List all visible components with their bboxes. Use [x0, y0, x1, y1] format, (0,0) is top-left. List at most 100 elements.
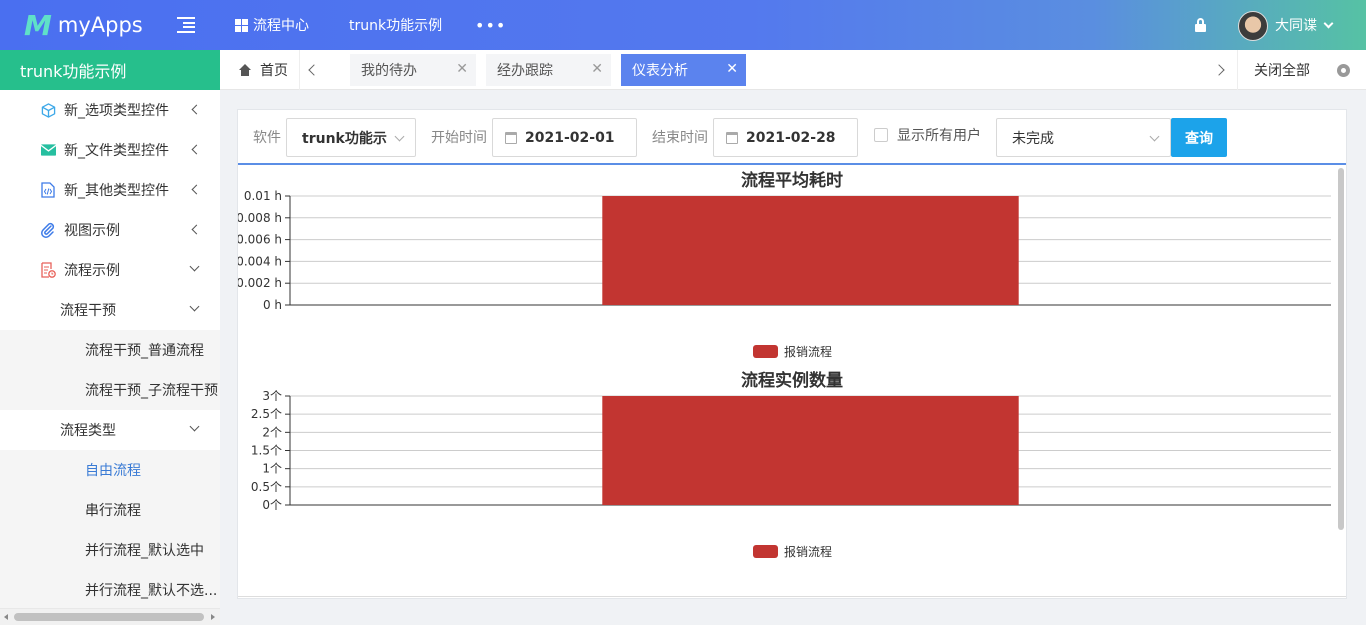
avatar[interactable]	[1238, 11, 1268, 41]
dashboard-card: 软件 trunk功能示例 开始时间 2021-02-01 结束时间 2021-0…	[237, 109, 1347, 599]
status-select[interactable]: 未完成	[996, 118, 1171, 157]
y-tick-label: 3个	[262, 389, 282, 403]
scroll-right-arrow-icon[interactable]	[211, 614, 215, 620]
sidebar-item-label: 流程类型	[60, 423, 116, 439]
sidebar-item-other-controls[interactable]: 新_其他类型控件	[0, 170, 220, 210]
sidebar-item-label: 新_其他类型控件	[64, 183, 169, 199]
top-header: M myApps 流程中心 trunk功能示例 ••• 大同谍	[0, 0, 1366, 50]
tab-dashboard-analysis[interactable]: 仪表分析 ✕	[621, 54, 746, 86]
chevron-down-icon	[189, 261, 200, 272]
y-tick-label: 0.006 h	[238, 233, 282, 247]
start-date-input[interactable]: 2021-02-01	[492, 118, 637, 157]
close-icon[interactable]: ✕	[591, 62, 603, 76]
chart-title: 流程平均耗时	[741, 170, 843, 191]
bar	[602, 396, 1019, 505]
app-logo[interactable]: M myApps	[24, 9, 143, 42]
y-tick-label: 0.004 h	[238, 254, 282, 268]
chart-title: 流程实例数量	[741, 370, 843, 391]
sidebar-title: trunk功能示例	[0, 50, 220, 90]
sidebar-horizontal-scrollbar[interactable]	[0, 608, 220, 625]
nav-more-button[interactable]: •••	[475, 0, 506, 50]
tab-handled-tracking[interactable]: 经办跟踪 ✕	[486, 54, 611, 86]
nav-trunk-demo-label: trunk功能示例	[349, 18, 443, 34]
end-date-input[interactable]: 2021-02-28	[713, 118, 858, 157]
chevron-down-icon	[1323, 18, 1334, 28]
tab-home[interactable]: 首页	[220, 50, 300, 90]
end-date-value: 2021-02-28	[746, 129, 836, 146]
sidebar-item-intervene-normal[interactable]: 流程干预_普通流程	[0, 330, 220, 370]
tab-home-label: 首页	[260, 63, 288, 79]
sidebar-item-flow-types[interactable]: 流程类型	[0, 410, 220, 450]
charts-svg: 流程平均耗时 0 h 0.002 h 0.004 h 0.006 h 0.008 h 0.0…	[238, 170, 1331, 559]
lock-icon[interactable]	[1195, 18, 1206, 32]
gear-icon[interactable]	[1337, 64, 1350, 77]
filter-bar: 软件 trunk功能示例 开始时间 2021-02-01 结束时间 2021-0…	[238, 110, 1346, 165]
sidebar-item-label: 流程干预	[60, 303, 116, 319]
software-select[interactable]: trunk功能示例	[286, 118, 416, 157]
sidebar-item-label: 视图示例	[64, 223, 120, 239]
legend-swatch	[753, 345, 778, 358]
legend-swatch	[753, 545, 778, 558]
show-all-users-label[interactable]: 显示所有用户	[897, 110, 981, 160]
sidebar-item-intervene-subflow[interactable]: 流程干预_子流程干预	[0, 370, 220, 410]
nav-flow-center-label: 流程中心	[253, 18, 309, 34]
end-time-label: 结束时间	[652, 130, 708, 146]
nav-trunk-demo[interactable]: trunk功能示例	[349, 0, 442, 50]
sidebar-item-label: 新_选项类型控件	[64, 103, 169, 119]
user-menu[interactable]: 大同谍	[1275, 0, 1334, 50]
sidebar-item-parallel-unselected[interactable]: 并行流程_默认不选...	[0, 570, 220, 610]
mail-icon	[40, 142, 56, 158]
chevron-left-icon	[191, 184, 202, 195]
chevron-left-icon	[191, 144, 202, 155]
calendar-icon	[726, 131, 738, 144]
tab-label: 仪表分析	[632, 63, 688, 79]
sidebar-item-flow-demo[interactable]: 流程示例	[0, 250, 220, 290]
chevron-left-icon	[191, 224, 202, 235]
sidebar-item-flow-intervene[interactable]: 流程干预	[0, 290, 220, 330]
tab-scroll-left-icon[interactable]	[308, 64, 320, 76]
close-icon[interactable]: ✕	[726, 62, 738, 76]
software-label: 软件	[253, 130, 281, 146]
sidebar-item-view-demo[interactable]: 视图示例	[0, 210, 220, 250]
sidebar-item-file-controls[interactable]: 新_文件类型控件	[0, 130, 220, 170]
sidebar-item-parallel-selected[interactable]: 并行流程_默认选中	[0, 530, 220, 570]
chevron-down-icon	[1149, 131, 1160, 142]
bar	[602, 196, 1019, 305]
tab-scroll-right-icon[interactable]	[1213, 64, 1225, 76]
y-tick-label: 0.008 h	[238, 211, 282, 225]
sidebar-item-label: 流程干预_普通流程	[85, 343, 204, 359]
show-all-users-checkbox[interactable]	[874, 128, 888, 142]
legend-label: 报销流程	[784, 544, 832, 559]
home-icon	[238, 64, 252, 76]
sidebar-item-label: 新_文件类型控件	[64, 143, 169, 159]
chevron-left-icon	[191, 104, 202, 115]
y-tick-label: 1.5个	[251, 444, 282, 458]
menu-toggle-icon[interactable]	[177, 17, 195, 33]
close-all-tabs-button[interactable]: 关闭全部	[1237, 50, 1366, 90]
username: 大同谍	[1275, 18, 1317, 34]
scrollbar-thumb[interactable]	[1338, 168, 1344, 530]
sidebar-item-free-flow[interactable]: 自由流程	[0, 450, 220, 490]
y-tick-label: 0 h	[263, 298, 282, 312]
sidebar-item-option-controls[interactable]: 新_选项类型控件	[0, 90, 220, 130]
status-select-value: 未完成	[1012, 130, 1054, 147]
nav-flow-center[interactable]: 流程中心	[235, 0, 309, 50]
flow-doc-icon	[40, 262, 56, 278]
close-icon[interactable]: ✕	[456, 62, 468, 76]
y-tick-label: 2.5个	[251, 407, 282, 421]
query-button[interactable]: 查询	[1171, 118, 1227, 157]
scroll-left-arrow-icon[interactable]	[4, 614, 8, 620]
sidebar-item-serial-flow[interactable]: 串行流程	[0, 490, 220, 530]
sidebar-item-label: 并行流程_默认不选...	[85, 583, 218, 599]
scrollbar-thumb[interactable]	[14, 613, 204, 621]
software-select-value: trunk功能示例	[302, 130, 387, 147]
more-icon: •••	[475, 15, 507, 35]
chevron-down-icon	[189, 421, 200, 432]
tab-my-todo[interactable]: 我的待办 ✕	[350, 54, 476, 86]
calendar-icon	[505, 131, 517, 144]
y-tick-label: 1个	[262, 462, 282, 476]
tab-bar: 首页 我的待办 ✕ 经办跟踪 ✕ 仪表分析 ✕ 关闭全部	[220, 50, 1366, 90]
y-tick-label: 0.01 h	[244, 189, 282, 203]
charts-area: 流程平均耗时 0 h 0.002 h 0.004 h 0.006 h 0.008 h 0.0…	[238, 166, 1336, 596]
charts-vertical-scrollbar[interactable]	[1337, 166, 1346, 540]
